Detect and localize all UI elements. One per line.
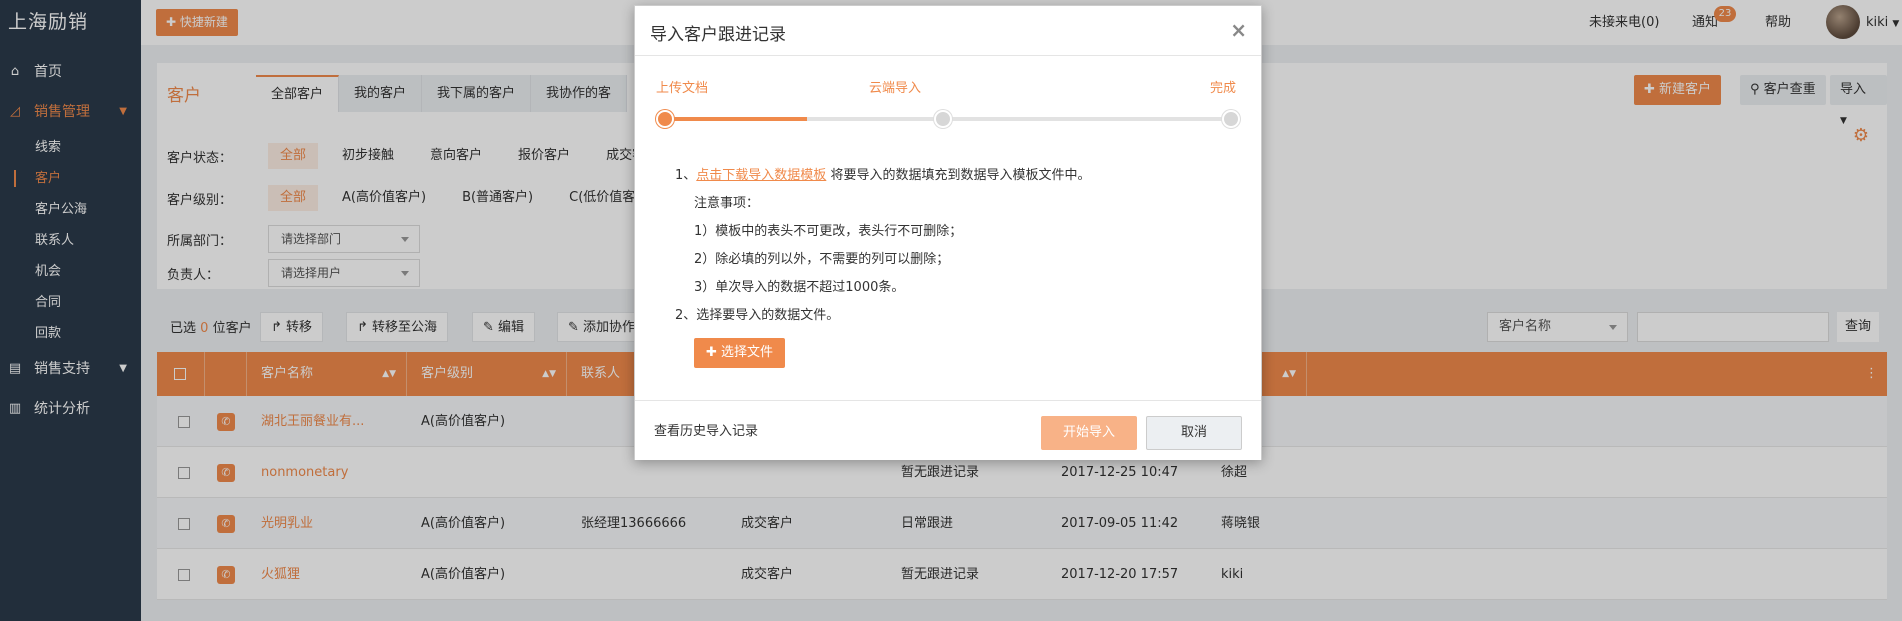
start-import-button[interactable]: 开始导入 — [1041, 416, 1137, 450]
note-1: 1）模板中的表头不可更改，表头行不可删除； — [694, 224, 963, 239]
choose-file-button[interactable]: ✚ 选择文件 — [694, 338, 786, 368]
step-cloud-import-dot — [934, 110, 952, 128]
step1-prefix: 1、 — [675, 168, 697, 183]
modal-title: 导入客户跟进记录 — [650, 25, 786, 45]
import-history-link[interactable]: 查看历史导入记录 — [654, 420, 758, 439]
step-upload-label: 上传文档 — [656, 81, 709, 96]
cancel-button[interactable]: 取消 — [1146, 416, 1242, 450]
step-cloud-import-label: 云端导入 — [869, 81, 922, 96]
modal-body: 1、点击下载导入数据模板 将要导入的数据填充到数据导入模板文件中。 注意事项： … — [635, 136, 1261, 386]
step-finish-label: 完成 — [1210, 81, 1237, 96]
download-template-link[interactable]: 点击下载导入数据模板 — [696, 168, 826, 183]
note-2: 2）除必填的列以外，不需要的列可以删除； — [694, 252, 950, 267]
step1-instruction: 1、点击下载导入数据模板 将要导入的数据填充到数据导入模板文件中。 — [675, 166, 1090, 186]
step-finish-dot — [1222, 110, 1240, 128]
notes-title: 注意事项： — [694, 196, 760, 211]
note-3: 3）单次导入的数据不超过1000条。 — [694, 280, 905, 295]
plus-icon: ✚ — [706, 345, 717, 360]
import-steps: 上传文档 云端导入 完成 — [635, 56, 1261, 136]
step-progress-fill — [665, 117, 807, 121]
modal-header: 导入客户跟进记录 × — [635, 6, 1261, 56]
step1-text: 将要导入的数据填充到数据导入模板文件中。 — [830, 168, 1091, 183]
import-modal: 导入客户跟进记录 × 上传文档 云端导入 完成 1、点击下载导入数据模板 将要导… — [634, 5, 1262, 460]
choose-file-label: 选择文件 — [721, 345, 774, 360]
modal-footer: 查看历史导入记录 开始导入 取消 — [635, 400, 1261, 460]
step-upload-dot — [656, 110, 674, 128]
step2-instruction: 2、选择要导入的数据文件。 — [675, 308, 840, 323]
close-icon[interactable]: × — [1230, 18, 1247, 42]
